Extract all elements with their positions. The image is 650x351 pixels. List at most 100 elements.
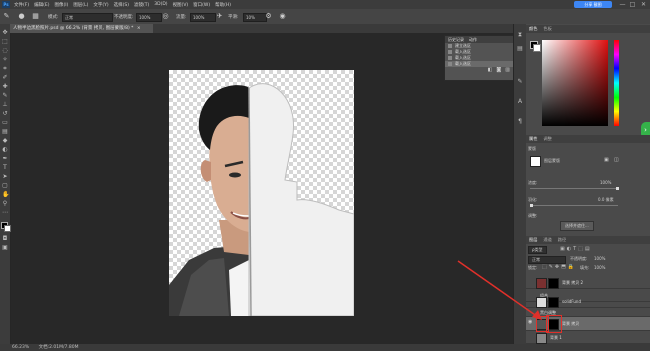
brush-tool-icon[interactable]: ✎ (3, 13, 10, 20)
more-tools-icon[interactable]: ⋯ (2, 210, 8, 216)
path-select-tool-icon[interactable]: ➤ (2, 174, 8, 180)
feather-slider[interactable] (530, 204, 618, 207)
density-slider[interactable] (530, 187, 619, 190)
fill-value[interactable]: 100% (594, 265, 605, 270)
mode-select[interactable]: 正常 (62, 13, 113, 22)
pressure-size-icon[interactable]: ◉ (279, 13, 286, 20)
density-slider-thumb[interactable] (616, 187, 619, 190)
gradient-tool-icon[interactable]: ▤ (2, 129, 8, 135)
pressure-opacity-icon[interactable]: ◎ (162, 13, 169, 20)
close-icon[interactable]: ✕ (640, 1, 647, 8)
share-badge[interactable]: 分享 截图 (574, 1, 612, 8)
lasso-tool-icon[interactable]: ◌ (2, 48, 8, 54)
menu-3d[interactable]: 3D(D) (154, 2, 167, 7)
tab-channels[interactable]: 通道 (543, 236, 551, 244)
feather-slider-thumb[interactable] (530, 204, 533, 207)
tab-history[interactable]: 历史记录 (448, 36, 464, 43)
tab-actions[interactable]: 动作 (469, 36, 477, 43)
opacity-field[interactable]: 100% (136, 13, 162, 22)
portrait-artwork (169, 83, 354, 316)
stamp-tool-icon[interactable]: ⊥ (2, 102, 8, 108)
tab-color[interactable]: 颜色 (529, 25, 537, 33)
options-bar: ✎ ● ▦ 模式: 正常 不透明度: 100% ◎ 流量: 100% ✈ 平滑:… (0, 9, 650, 25)
hue-slider[interactable] (614, 40, 619, 126)
annotation-box-mask (546, 315, 562, 333)
feather-label: 羽化: (528, 197, 538, 202)
menu-file[interactable]: 文件(F) (14, 2, 29, 8)
density-value[interactable]: 100% (600, 180, 611, 185)
smoothing-field[interactable]: 10% (243, 13, 267, 22)
menu-filter[interactable]: 滤镜(T) (134, 2, 149, 8)
menu-select[interactable]: 选择(S) (114, 2, 129, 8)
zoom-level[interactable]: 66.23% (12, 345, 29, 350)
paragraph-panel-icon[interactable]: ¶ (517, 119, 523, 125)
background-color-swatch[interactable] (4, 225, 11, 232)
layer-filter-icons[interactable]: ▣◐T⬚▤ (560, 246, 592, 252)
menu-type[interactable]: 文字(Y) (93, 2, 108, 8)
menu-window[interactable]: 窗口(W) (193, 2, 210, 8)
tab-layers[interactable]: 图层 (529, 236, 537, 244)
gear-icon[interactable]: ⚙ (265, 13, 272, 20)
document-canvas[interactable] (169, 70, 354, 316)
brush-preset-icon[interactable]: ● (18, 13, 25, 20)
history-panel: 历史记录 动作 建立选区 载入选区 载入选区 载入选区 ◧ ◙ ▥ (444, 35, 515, 81)
color-picker-field[interactable] (542, 40, 608, 126)
layer-row[interactable]: 背景 1 (526, 331, 650, 344)
healing-tool-icon[interactable]: ✚ (2, 84, 8, 90)
pixel-mask-icon[interactable]: ▣ (604, 157, 609, 163)
zoom-tool-icon[interactable]: ⚲ (2, 201, 8, 207)
history-item-selected[interactable]: 载入选区 (445, 61, 514, 67)
background-color-swatch[interactable] (533, 44, 541, 52)
select-and-mask-button[interactable]: 选择并遮住... (560, 221, 594, 231)
menu-help[interactable]: 帮助(H) (215, 2, 231, 8)
menu-view[interactable]: 视图(V) (173, 2, 189, 8)
menu-edit[interactable]: 编辑(E) (34, 2, 49, 8)
document-tab[interactable]: 人物半边黑脸照片.psd @ 66.2% (背景 拷贝, 图层蒙版/8) * × (10, 24, 153, 33)
camera-icon[interactable]: ◙ (496, 67, 501, 73)
properties-panel-tabs: 属性 调整 (526, 135, 650, 143)
close-tab-icon[interactable]: × (137, 26, 141, 31)
blur-tool-icon[interactable]: ◆ (2, 138, 8, 144)
history-footer: ◧ ◙ ▥ (445, 67, 514, 73)
properties-panel-icon[interactable]: ▤ (517, 46, 523, 52)
brush-tool-icon[interactable]: ✎ (2, 93, 8, 99)
tab-properties[interactable]: 属性 (529, 135, 537, 143)
trash-icon[interactable]: ▥ (505, 67, 510, 73)
ear-shape (200, 160, 211, 182)
airbrush-icon[interactable]: ✈ (216, 13, 223, 20)
tab-adjustments[interactable]: 调整 (543, 135, 551, 143)
dodge-tool-icon[interactable]: ◐ (2, 147, 8, 153)
quick-mask-icon[interactable]: ◘ (2, 236, 8, 242)
tab-swatches[interactable]: 色板 (543, 25, 551, 33)
crop-tool-icon[interactable]: ⌗ (2, 66, 8, 72)
history-brush-icon[interactable]: ↺ (2, 111, 8, 117)
brush-settings-icon[interactable]: ▦ (32, 13, 39, 20)
layer-opacity-value[interactable]: 100% (594, 256, 605, 261)
vector-mask-icon[interactable]: ◫ (614, 157, 619, 163)
character-panel-icon[interactable]: A (517, 99, 523, 105)
history-panel-icon[interactable]: ⧗ (517, 32, 523, 38)
brush-panel-icon[interactable]: ✎ (517, 79, 523, 85)
eyedropper-tool-icon[interactable]: ✐ (2, 75, 8, 81)
quick-select-tool-icon[interactable]: ✧ (2, 57, 8, 63)
mask-thumbnail[interactable] (530, 156, 541, 167)
move-tool-icon[interactable]: ✥ (2, 30, 8, 36)
properties-title: 蒙版 (528, 146, 536, 151)
screen-mode-icon[interactable]: ▣ (2, 245, 8, 251)
eraser-tool-icon[interactable]: ▭ (2, 120, 8, 126)
tab-paths[interactable]: 路径 (558, 236, 566, 244)
maximize-icon[interactable]: □ (629, 1, 636, 8)
menu-layer[interactable]: 图层(L) (73, 2, 88, 8)
hand-tool-icon[interactable]: ✋ (2, 192, 9, 198)
layer-kind-filter[interactable]: ρ类型 (528, 246, 547, 254)
menu-image[interactable]: 图像(I) (54, 2, 68, 8)
snapshot-icon[interactable]: ◧ (488, 67, 493, 73)
feather-value[interactable]: 0.0 像素 (598, 197, 614, 203)
marquee-tool-icon[interactable]: ⬚ (2, 39, 8, 45)
layer-opacity-label: 不透明度: (570, 256, 588, 261)
minimize-icon[interactable]: — (619, 1, 626, 8)
type-tool-icon[interactable]: T (2, 165, 8, 171)
pen-tool-icon[interactable]: ✒ (2, 156, 8, 162)
shape-tool-icon[interactable]: ▢ (2, 183, 8, 189)
flow-field[interactable]: 100% (190, 13, 216, 22)
